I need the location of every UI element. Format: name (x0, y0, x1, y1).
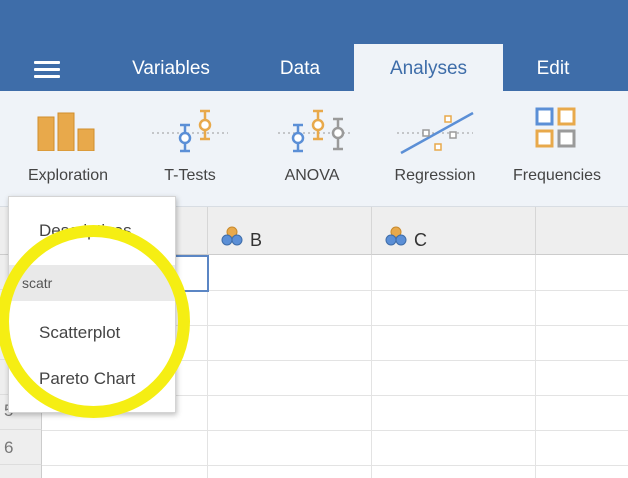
column-header-empty[interactable] (536, 207, 628, 255)
exploration-label: Exploration (27, 167, 109, 184)
exploration-button[interactable]: Exploration (18, 91, 118, 201)
menu-item-descriptives[interactable]: Descriptives (9, 221, 175, 241)
regression-icon (384, 107, 486, 157)
top-menu-bar: Variables Data Analyses Edit (0, 0, 628, 91)
frequencies-label: Frequencies (512, 167, 602, 184)
menu-item-scatterplot[interactable]: Scatterplot (9, 323, 175, 343)
exploration-bar-icon (18, 107, 118, 157)
tab-analyses[interactable]: Analyses (354, 44, 503, 91)
column-header-c[interactable]: C (372, 207, 536, 255)
t-tests-label: T-Tests (164, 167, 216, 184)
anova-label: ANOVA (284, 167, 340, 184)
row-header (0, 465, 42, 478)
analysis-search-input[interactable] (9, 265, 175, 301)
regression-button[interactable]: Regression (384, 91, 486, 201)
column-header-b[interactable]: B (208, 207, 372, 255)
t-tests-icon (140, 107, 240, 157)
tab-variables[interactable]: Variables (108, 44, 234, 91)
column-name-b: B (250, 230, 263, 250)
tab-edit[interactable]: Edit (503, 44, 603, 91)
regression-label: Regression (394, 167, 476, 184)
anova-button[interactable]: ANOVA (262, 91, 362, 201)
t-tests-button[interactable]: T-Tests (140, 91, 240, 201)
frequencies-button[interactable]: Frequencies (506, 91, 608, 201)
menu-item-pareto-chart[interactable]: Pareto Chart (9, 369, 175, 389)
row-header-6: 6 (0, 430, 42, 465)
anova-icon (262, 107, 362, 157)
nominal-variable-icon (221, 226, 243, 251)
column-name-c: C (414, 230, 427, 250)
hamburger-menu-icon[interactable] (34, 61, 60, 79)
frequencies-icon (506, 107, 608, 157)
exploration-dropdown-menu: Descriptives Scatterplot Pareto Chart (8, 196, 176, 413)
tab-data[interactable]: Data (240, 44, 360, 91)
analyses-ribbon: Exploration T-Tests ANOVA Regression Fre… (0, 91, 628, 207)
nominal-variable-icon (385, 226, 407, 251)
